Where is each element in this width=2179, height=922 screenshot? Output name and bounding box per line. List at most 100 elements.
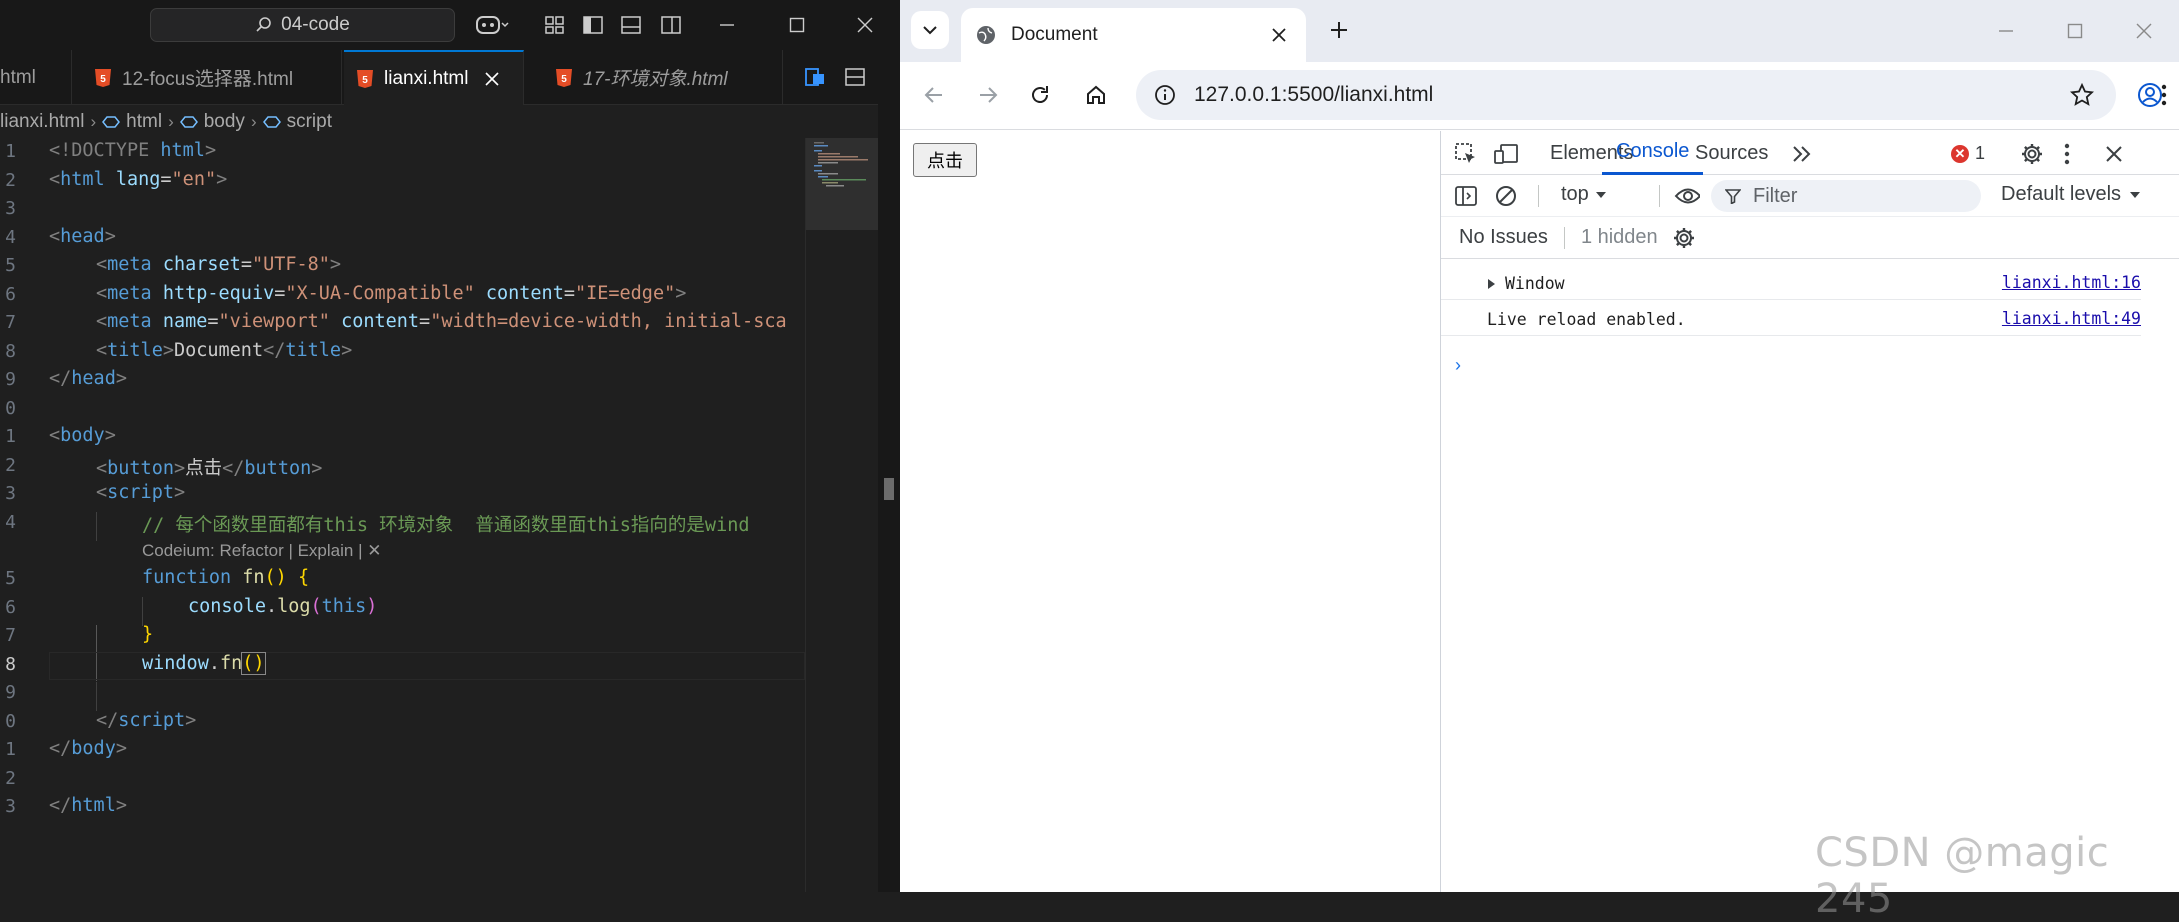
settings-gear-icon[interactable] (2019, 141, 2045, 167)
toggle-panel-icon[interactable] (619, 13, 643, 37)
close-devtools-icon[interactable] (2101, 141, 2127, 167)
breadcrumb-script[interactable]: script (287, 111, 332, 133)
close-tab-icon[interactable] (1264, 20, 1294, 50)
element-icon (102, 116, 121, 128)
element-icon (262, 116, 281, 128)
tab-html[interactable]: html (0, 50, 72, 105)
code-line: <meta charset="UTF-8"> (96, 254, 342, 275)
tab-title: Document (1011, 24, 1098, 45)
error-count-badge[interactable]: ✕ 1 (1951, 143, 1985, 164)
split-grip[interactable] (884, 478, 894, 500)
line-number: 1 (5, 141, 16, 162)
back-icon[interactable] (916, 77, 952, 113)
console-filter[interactable] (1711, 180, 1981, 212)
more-tabs-icon[interactable] (1789, 141, 1815, 167)
inspect-element-icon[interactable] (1453, 141, 1479, 167)
reload-icon[interactable] (1022, 77, 1058, 113)
watermark: CSDN @magic 245 (1815, 830, 2110, 922)
tab-search-button[interactable] (911, 11, 949, 49)
code-line: console.log(this) (188, 596, 378, 617)
html5-icon: 5 (95, 68, 111, 87)
command-center[interactable]: 04-code (150, 8, 455, 42)
console-message-text: Live reload enabled. (1487, 310, 1686, 329)
chevron-right-icon: › (168, 112, 174, 131)
tab-lianxi[interactable]: 5 lianxi.html (344, 50, 524, 105)
dropdown-arrow-icon (2130, 191, 2141, 198)
url-text: 127.0.0.1:5500/lianxi.html (1194, 83, 1434, 106)
issues-bar: No Issues 1 hidden (1441, 217, 2179, 259)
toolbar-divider (1659, 185, 1660, 207)
minimize-icon[interactable] (1986, 11, 2026, 51)
context-value: top (1561, 183, 1589, 205)
no-issues-label[interactable]: No Issues (1459, 226, 1548, 249)
toggle-secondary-sidebar-icon[interactable] (659, 13, 683, 37)
home-icon[interactable] (1078, 77, 1114, 113)
console-prompt-icon[interactable]: › (1455, 355, 1461, 376)
copilot-icon[interactable] (472, 13, 512, 37)
toolbar-divider (1538, 185, 1539, 207)
live-expression-eye-icon[interactable] (1674, 183, 1700, 209)
browser-tab-document[interactable]: Document (961, 8, 1306, 62)
address-bar[interactable]: 127.0.0.1:5500/lianxi.html (1136, 70, 2116, 120)
context-selector[interactable]: top (1561, 183, 1607, 206)
devtools-menu-icon[interactable] (2061, 141, 2073, 167)
console-toolbar: top Default levels (1441, 175, 2179, 217)
breadcrumb-file[interactable]: lianxi.html (0, 111, 84, 133)
line-number: 2 (5, 455, 16, 476)
console-source-link[interactable]: lianxi.html:49 (2002, 309, 2141, 328)
close-window-icon[interactable] (2124, 11, 2164, 51)
svg-text:5: 5 (362, 75, 368, 86)
bookmark-star-icon[interactable] (2070, 83, 2094, 107)
tab-label: 17-环境对象.html (583, 69, 728, 90)
tab-17-env-object[interactable]: 5 17-环境对象.html (543, 50, 783, 105)
code-line: <meta name="viewport" content="width=dev… (96, 311, 787, 332)
chevron-right-icon: › (250, 112, 257, 131)
line-number: 2 (5, 768, 16, 789)
expand-triangle-icon[interactable] (1487, 278, 1497, 290)
editor-title-bar: 04-code (0, 0, 900, 50)
breadcrumb: lianxi.html › html › body › script (0, 108, 332, 136)
clear-console-icon[interactable] (1493, 183, 1519, 209)
toggle-primary-sidebar-icon[interactable] (581, 13, 605, 37)
console-source-link[interactable]: lianxi.html:16 (2002, 273, 2141, 292)
line-number: 1 (5, 426, 16, 447)
line-number: 9 (5, 369, 16, 390)
code-area[interactable]: 1 2 3 4 5 6 7 8 9 0 1 2 3 4 5 6 7 8 9 0 … (0, 140, 805, 892)
minimize-icon[interactable] (697, 0, 757, 50)
code-line: <body> (49, 425, 116, 446)
html5-icon: 5 (556, 68, 572, 87)
minimap[interactable] (805, 138, 881, 892)
line-number: 0 (5, 398, 16, 419)
page-click-button[interactable]: 点击 (913, 143, 977, 177)
line-number: 3 (5, 198, 16, 219)
sidebar-toggle-icon[interactable] (1453, 183, 1479, 209)
preview-icon[interactable] (803, 65, 827, 89)
page-viewport: 点击 (900, 131, 1440, 892)
filter-input[interactable] (1751, 183, 1955, 209)
maximize-icon[interactable] (2055, 11, 2095, 51)
forward-icon[interactable] (970, 77, 1006, 113)
console-message: Live reload enabled. lianxi.html:49 (1441, 302, 2141, 336)
chevron-right-icon: › (90, 112, 97, 131)
codeium-codelens[interactable]: Codeium: Refactor | Explain | ✕ (142, 541, 381, 561)
chrome-menu-icon[interactable] (2154, 77, 2174, 113)
breadcrumb-html[interactable]: html (126, 111, 162, 133)
console-settings-gear-icon[interactable] (1672, 226, 1696, 250)
svg-text:5: 5 (561, 74, 567, 85)
split-editor-icon[interactable] (843, 65, 867, 89)
maximize-icon[interactable] (767, 0, 827, 50)
new-tab-icon[interactable] (1324, 15, 1354, 45)
devtools-tab-sources[interactable]: Sources (1681, 131, 1782, 175)
console-message[interactable]: Window lianxi.html:16 (1441, 266, 2141, 300)
console-message-text: Window (1505, 274, 1565, 293)
log-levels-dropdown[interactable]: Default levels (2001, 183, 2141, 206)
customize-layout-icon[interactable] (543, 13, 567, 37)
site-info-icon[interactable] (1154, 84, 1176, 106)
close-tab-icon[interactable] (484, 71, 500, 87)
chevron-down-icon (923, 26, 937, 35)
split-divider[interactable] (878, 0, 900, 892)
code-line: <meta http-equiv="X-UA-Compatible" conte… (96, 283, 687, 304)
breadcrumb-body[interactable]: body (204, 111, 245, 133)
tab-12-focus[interactable]: 5 12-focus选择器.html (82, 50, 342, 105)
device-toolbar-icon[interactable] (1493, 141, 1519, 167)
